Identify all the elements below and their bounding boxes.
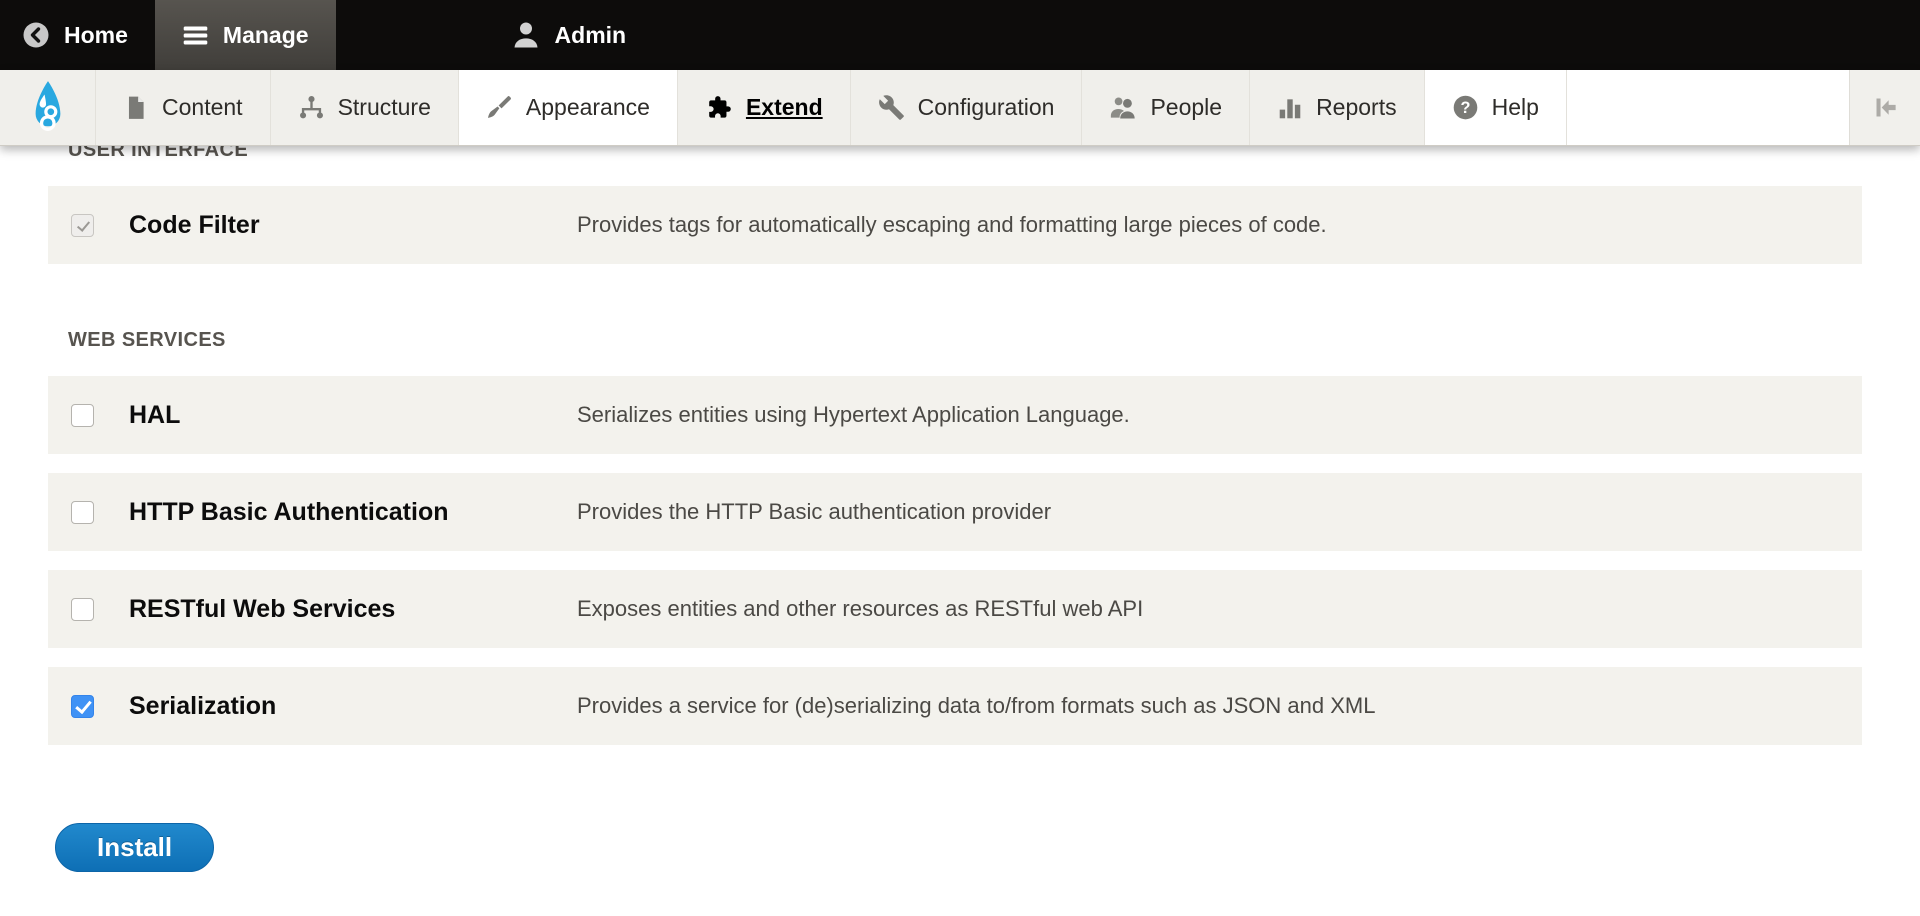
module-checkbox-code-filter <box>71 214 94 237</box>
tab-label: Reports <box>1316 94 1397 121</box>
admin-bar-item-label: Home <box>64 22 128 49</box>
module-row-code-filter: Code Filter Provides tags for automatica… <box>48 186 1862 264</box>
admin-bar-item-label: Manage <box>223 22 309 49</box>
admin-toolbar: Home Manage Admin <box>0 0 1920 70</box>
module-name: HTTP Basic Authentication <box>129 498 577 527</box>
tab-label: Structure <box>338 94 431 121</box>
wrench-icon <box>878 94 905 121</box>
module-row-http-basic-authentication: HTTP Basic Authentication Provides the H… <box>48 473 1862 551</box>
sitemap-icon <box>298 94 325 121</box>
module-name: RESTful Web Services <box>129 595 577 624</box>
module-section-user-interface: USER INTERFACE Code Filter Provides tags… <box>48 140 1862 264</box>
tab-label: People <box>1150 94 1222 121</box>
module-row-serialization: Serialization Provides a service for (de… <box>48 667 1862 745</box>
collapse-left-icon <box>1872 94 1899 121</box>
extend-module-page: USER INTERFACE Code Filter Provides tags… <box>0 140 1920 872</box>
bar-chart-icon <box>1277 95 1303 121</box>
back-circle-icon <box>22 21 50 49</box>
install-button[interactable]: Install <box>55 823 214 872</box>
tab-label: Appearance <box>526 94 650 121</box>
people-icon <box>1109 94 1137 122</box>
toolbar-tray: Content Structure Appearance Extend Conf… <box>0 70 1920 146</box>
tab-configuration[interactable]: Configuration <box>851 70 1083 145</box>
puzzle-icon <box>705 94 733 122</box>
tab-people[interactable]: People <box>1082 70 1250 145</box>
toolbar-tabs: Content Structure Appearance Extend Conf… <box>96 70 1567 145</box>
tab-help[interactable]: ? Help <box>1425 70 1567 145</box>
tab-structure[interactable]: Structure <box>271 70 459 145</box>
tab-label: Content <box>162 94 243 121</box>
module-name: Serialization <box>129 692 577 721</box>
tab-label: Configuration <box>918 94 1055 121</box>
toolbar-orientation-toggle[interactable] <box>1849 70 1920 145</box>
hamburger-icon <box>182 22 209 49</box>
module-description: Exposes entities and other resources as … <box>577 596 1862 622</box>
module-description: Provides tags for automatically escaping… <box>577 212 1862 238</box>
module-checkbox-http-basic-authentication[interactable] <box>71 501 94 524</box>
tab-extend[interactable]: Extend <box>678 70 851 145</box>
module-description: Provides the HTTP Basic authentication p… <box>577 499 1862 525</box>
tab-label: Help <box>1492 94 1539 121</box>
admin-bar-item-home[interactable]: Home <box>0 0 155 70</box>
drupal-logo[interactable] <box>0 70 96 145</box>
document-icon <box>123 95 149 121</box>
admin-bar-item-manage[interactable]: Manage <box>155 0 336 70</box>
module-checkbox-hal[interactable] <box>71 404 94 427</box>
module-section-web-services: WEB SERVICES HAL Serializes entities usi… <box>48 330 1862 745</box>
module-name: HAL <box>129 401 577 430</box>
module-checkbox-serialization[interactable] <box>71 695 94 718</box>
module-list: USER INTERFACE Code Filter Provides tags… <box>0 140 1920 745</box>
drupal-logo-icon <box>32 80 64 136</box>
module-description: Provides a service for (de)serializing d… <box>577 693 1862 719</box>
module-row-hal: HAL Serializes entities using Hypertext … <box>48 376 1862 454</box>
tab-label: Extend <box>746 94 823 121</box>
toolbar-spacer <box>1567 70 1849 145</box>
user-icon <box>511 20 541 50</box>
admin-bar-item-label: Admin <box>555 22 627 49</box>
tab-content[interactable]: Content <box>96 70 271 145</box>
tab-appearance[interactable]: Appearance <box>459 70 678 145</box>
admin-bar-item-admin[interactable]: Admin <box>484 0 654 70</box>
section-title: WEB SERVICES <box>68 330 1862 350</box>
module-name: Code Filter <box>129 211 577 240</box>
module-description: Serializes entities using Hypertext Appl… <box>577 402 1862 428</box>
question-icon: ? <box>1452 94 1479 121</box>
paintbrush-icon <box>486 94 513 121</box>
tab-reports[interactable]: Reports <box>1250 70 1425 145</box>
svg-text:?: ? <box>1460 99 1470 117</box>
module-row-restful-web-services: RESTful Web Services Exposes entities an… <box>48 570 1862 648</box>
install-button-row: Install <box>55 823 1920 872</box>
module-checkbox-restful-web-services[interactable] <box>71 598 94 621</box>
